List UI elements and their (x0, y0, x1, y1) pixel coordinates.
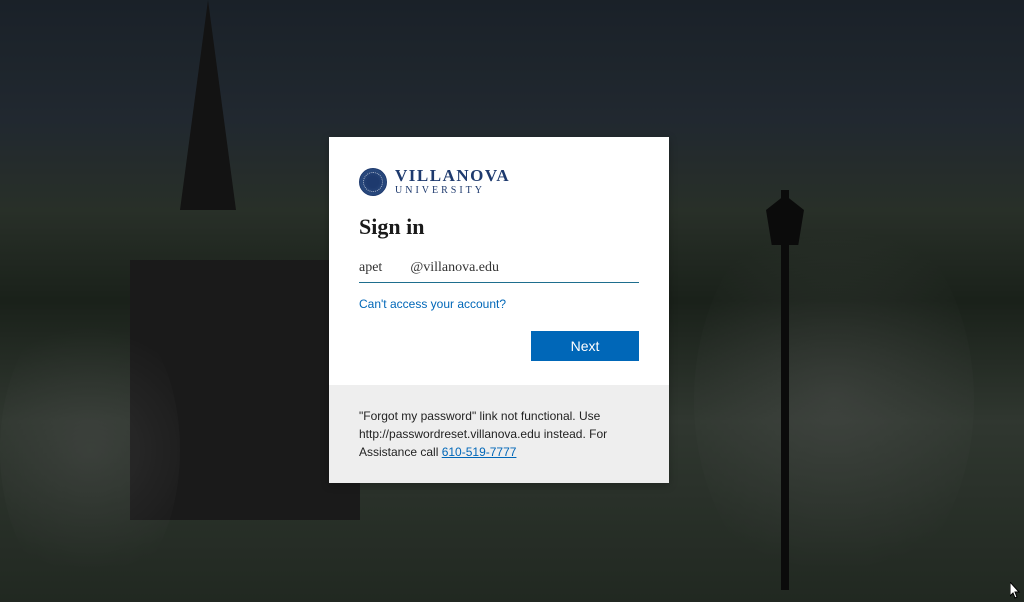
button-row: Next (359, 331, 639, 361)
logo-text: VILLANOVA UNIVERSITY (395, 167, 510, 196)
next-button[interactable]: Next (531, 331, 639, 361)
cant-access-account-link[interactable]: Can't access your account? (359, 297, 506, 311)
card-footer: "Forgot my password" link not functional… (329, 385, 669, 483)
email-input[interactable] (359, 256, 639, 283)
signin-heading: Sign in (359, 214, 639, 240)
logo-sub-text: UNIVERSITY (395, 186, 510, 196)
logo-row: VILLANOVA UNIVERSITY (359, 167, 639, 196)
card-main: VILLANOVA UNIVERSITY Sign in Can't acces… (329, 137, 669, 385)
logo-main-text: VILLANOVA (395, 167, 510, 184)
login-card: VILLANOVA UNIVERSITY Sign in Can't acces… (329, 137, 669, 483)
support-phone-link[interactable]: 610-519-7777 (442, 445, 517, 459)
university-seal-icon (359, 168, 387, 196)
